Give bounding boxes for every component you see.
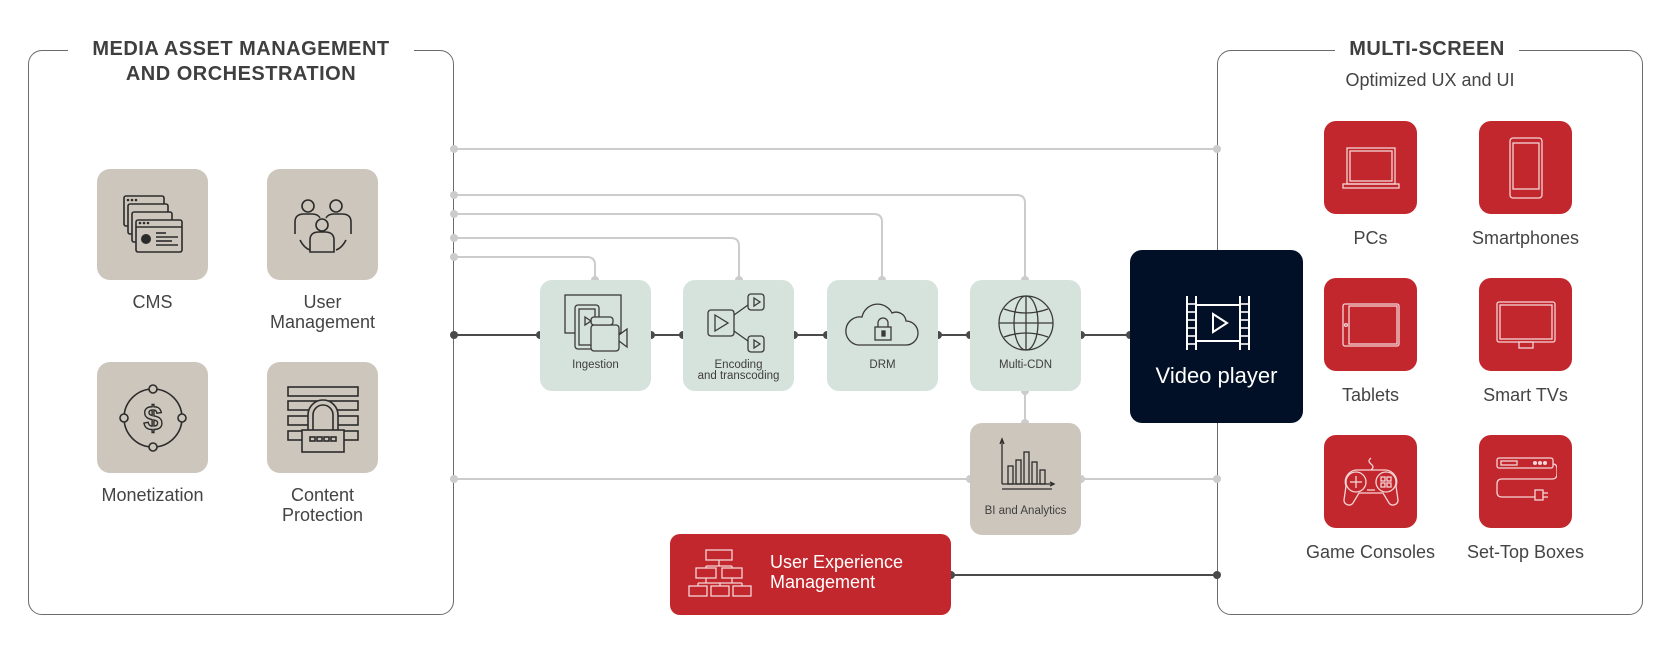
multi-cdn-label: Multi-CDN xyxy=(998,359,1053,371)
device-set-top-boxes-label: Set-Top Boxes xyxy=(1466,542,1585,562)
video-player-box[interactable]: Video player xyxy=(1130,250,1303,423)
cloud-lock-icon xyxy=(844,303,919,346)
film-play-icon xyxy=(1186,296,1250,350)
bi-analytics-stage[interactable]: BI and Analytics xyxy=(970,423,1081,535)
users-group-icon xyxy=(293,198,352,253)
svg-text:$: $ xyxy=(143,400,162,438)
bar-chart-icon xyxy=(998,437,1055,490)
left-panel-title-line2: AND ORCHESTRATION xyxy=(125,63,357,85)
video-player-label: Video player xyxy=(1155,363,1278,388)
content-protection-tile[interactable] xyxy=(267,362,378,473)
left-panel-title: MEDIA ASSET MANAGEMENT AND ORCHESTRATION xyxy=(68,37,414,87)
device-pcs[interactable] xyxy=(1324,121,1417,214)
content-protection-label-line1: Content xyxy=(290,485,355,505)
drm-label: DRM xyxy=(869,359,896,371)
wire-to-multicdn xyxy=(454,194,1026,280)
user-management-label: User Management xyxy=(247,292,398,332)
multi-cdn-stage[interactable]: Multi-CDN xyxy=(970,280,1081,391)
user-management-label-line1: User xyxy=(303,292,342,312)
play-split-icon xyxy=(706,293,765,353)
smartphone-icon xyxy=(1508,136,1543,199)
device-tablets[interactable] xyxy=(1324,278,1417,371)
wire-to-drm xyxy=(454,213,883,280)
bi-analytics-label: BI and Analytics xyxy=(984,505,1067,517)
camera-ingest-icon xyxy=(563,294,628,352)
globe-icon xyxy=(997,295,1054,351)
monetization-label: Monetization xyxy=(77,485,228,505)
device-smart-tvs[interactable] xyxy=(1479,278,1572,371)
cms-label-text: CMS xyxy=(132,292,173,312)
media-asset-management-panel xyxy=(28,50,454,615)
device-tablets-label: Tablets xyxy=(1341,385,1400,405)
user-management-tile[interactable] xyxy=(267,169,378,280)
tv-icon xyxy=(1495,300,1556,349)
left-panel-title-line1: MEDIA ASSET MANAGEMENT xyxy=(92,38,390,60)
cms-windows-gear-icon xyxy=(122,194,183,253)
wire-to-encoding xyxy=(454,237,740,280)
cms-tile[interactable] xyxy=(97,169,208,280)
wire-to-ingestion xyxy=(454,256,596,280)
device-game-consoles-label: Game Consoles xyxy=(1305,542,1436,562)
device-smart-tvs-label: Smart TVs xyxy=(1483,385,1568,405)
device-game-consoles[interactable] xyxy=(1324,435,1417,528)
content-protection-label: Content Protection xyxy=(247,485,398,525)
dollar-circle-icon: $ xyxy=(118,383,187,452)
encoding-stage[interactable]: Encoding and transcoding xyxy=(683,280,794,391)
content-protection-label-line2: Protection xyxy=(281,505,364,525)
user-management-label-line2: Management xyxy=(269,312,376,332)
monetization-label-text: Monetization xyxy=(101,485,204,505)
user-experience-management-box[interactable]: User Experience Management xyxy=(670,534,951,615)
ingestion-stage[interactable]: Ingestion xyxy=(540,280,651,391)
gamepad-icon xyxy=(1342,456,1399,506)
device-smartphones-label: Smartphones xyxy=(1471,228,1580,248)
device-set-top-boxes[interactable] xyxy=(1479,435,1572,528)
set-top-box-icon xyxy=(1495,456,1557,501)
tablet-icon xyxy=(1341,302,1400,347)
laptop-icon xyxy=(1341,146,1400,189)
monetization-tile[interactable]: $ xyxy=(97,362,208,473)
padlock-layers-icon xyxy=(286,385,359,453)
device-pcs-label: PCs xyxy=(1353,228,1388,248)
uxm-label-line2: Management xyxy=(770,572,876,592)
right-panel-title: MULTI-SCREEN xyxy=(1335,37,1519,62)
drm-stage[interactable]: DRM xyxy=(827,280,938,391)
ingestion-label: Ingestion xyxy=(572,359,619,371)
encoding-label-line2: and transcoding xyxy=(697,370,780,382)
right-panel-subtitle: Optimized UX and UI xyxy=(1345,70,1515,90)
cms-label: CMS xyxy=(77,292,228,312)
hierarchy-icon xyxy=(688,549,752,597)
uxm-label-line1: User Experience xyxy=(770,552,904,572)
device-smartphones[interactable] xyxy=(1479,121,1572,214)
